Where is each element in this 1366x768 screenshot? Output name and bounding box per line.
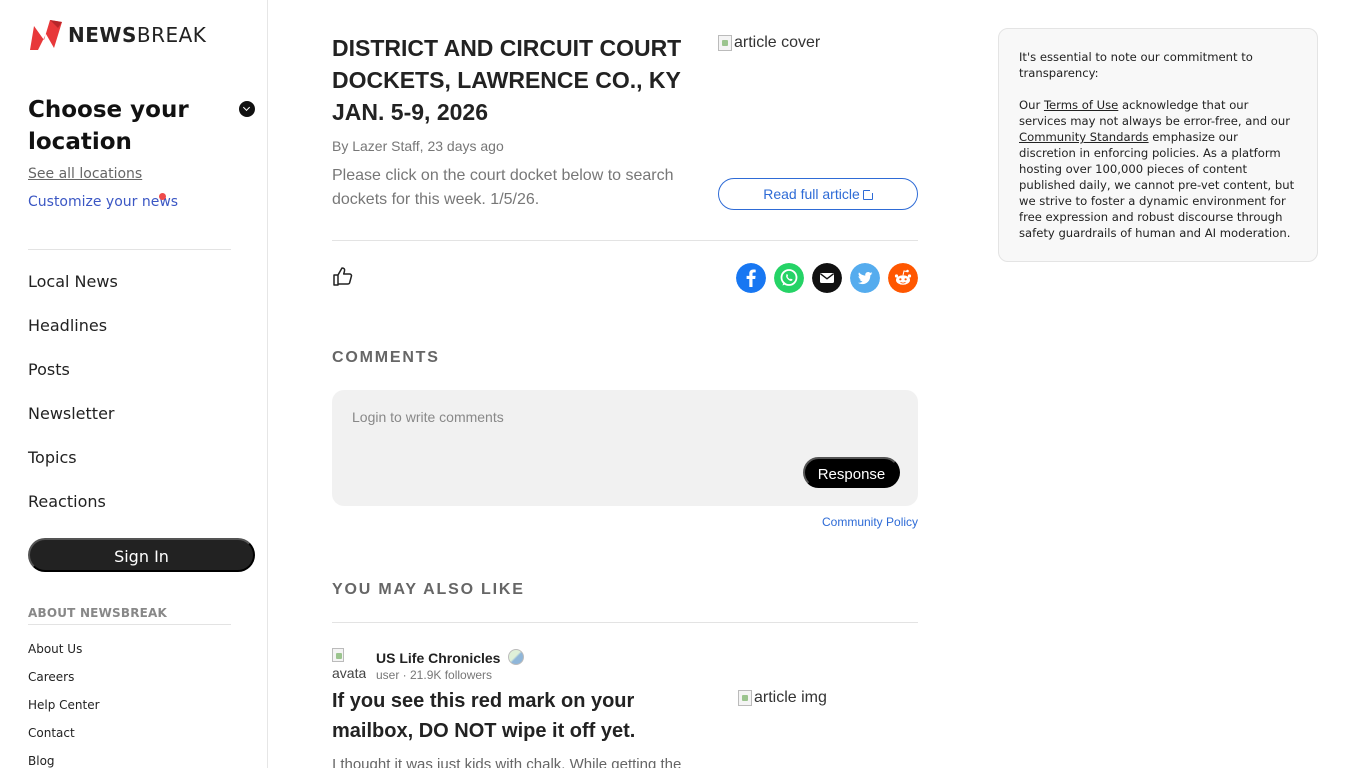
nav-newsletter[interactable]: Newsletter [28, 404, 115, 423]
rec-image-alt: article img [754, 689, 827, 706]
notification-dot [159, 193, 166, 200]
nav-topics[interactable]: Topics [28, 448, 77, 467]
article-cover-image: article cover [718, 34, 820, 52]
about-heading: ABOUT NEWSBREAK [28, 606, 168, 620]
comment-placeholder: Login to write comments [352, 409, 504, 425]
article-cover-alt: article cover [734, 34, 821, 51]
notice-body: Our Terms of Use acknowledge that our se… [1019, 98, 1295, 240]
newsbreak-logo-icon [30, 20, 62, 50]
email-icon[interactable] [812, 263, 842, 293]
divider [28, 624, 231, 625]
avatar-alt: avatar [332, 665, 366, 681]
rec-article-title[interactable]: If you see this red mark on your mailbox… [332, 686, 712, 746]
community-standards-link[interactable]: Community Standards [1019, 130, 1149, 144]
broken-image-icon [738, 690, 752, 706]
footer-careers-link[interactable]: Careers [28, 670, 74, 684]
reddit-icon[interactable] [888, 263, 918, 293]
whatsapp-icon[interactable] [774, 263, 804, 293]
response-button[interactable]: Response [803, 457, 900, 488]
article-byline: By Lazer Staff, 23 days ago [332, 138, 504, 154]
verified-badge-icon [508, 649, 524, 665]
comments-heading: COMMENTS [332, 349, 440, 366]
see-all-locations-link[interactable]: See all locations [28, 166, 142, 182]
also-like-heading: YOU MAY ALSO LIKE [332, 581, 525, 598]
footer-blog-link[interactable]: Blog [28, 754, 55, 768]
footer-contact-link[interactable]: Contact [28, 726, 75, 740]
terms-of-use-link[interactable]: Terms of Use [1044, 98, 1118, 112]
read-full-article-button[interactable]: Read full article [718, 178, 918, 210]
avatar[interactable]: avatar [332, 648, 366, 682]
article-excerpt: Please click on the court docket below t… [332, 167, 674, 208]
rec-article-image[interactable]: article img [738, 689, 827, 707]
article-title: DISTRICT AND CIRCUIT COURT DOCKETS, LAWR… [332, 35, 682, 125]
nav-posts[interactable]: Posts [28, 360, 70, 379]
footer-about-us-link[interactable]: About Us [28, 642, 82, 656]
newsbreak-logo[interactable]: NEWSBREAK [28, 18, 206, 52]
rec-source-name[interactable]: US Life Chronicles [376, 650, 500, 666]
external-link-icon [862, 188, 875, 200]
footer-help-center-link[interactable]: Help Center [28, 698, 100, 712]
chevron-down-icon[interactable] [239, 101, 255, 117]
nav-reactions[interactable]: Reactions [28, 492, 106, 511]
rec-article-snippet: I thought it was just kids with chalk. W… [332, 756, 682, 768]
logo-wordmark: NEWSBREAK [68, 23, 207, 47]
sign-in-button[interactable]: Sign In [28, 538, 255, 572]
divider [332, 240, 918, 241]
nav-local-news[interactable]: Local News [28, 272, 118, 291]
read-full-article-label: Read full article [763, 186, 860, 202]
rec-source-meta: user · 21.9K followers [376, 668, 493, 682]
customize-news-link[interactable]: Customize your news [28, 194, 178, 210]
divider [28, 249, 231, 250]
notice-intro: It's essential to note our commitment to… [1019, 50, 1253, 80]
twitter-icon[interactable] [850, 263, 880, 293]
divider [332, 622, 918, 623]
thumbs-up-icon[interactable] [332, 266, 354, 286]
broken-image-icon [332, 648, 344, 662]
comment-input-box[interactable]: Login to write comments Response [332, 390, 918, 506]
community-policy-link[interactable]: Community Policy [822, 515, 918, 529]
nav-headlines[interactable]: Headlines [28, 316, 107, 335]
facebook-icon[interactable] [736, 263, 766, 293]
transparency-notice: It's essential to note our commitment to… [998, 28, 1318, 262]
broken-image-icon [718, 35, 732, 51]
sidebar: NEWSBREAK Choose your location See all l… [0, 0, 268, 768]
location-title: Choose your location [28, 97, 189, 155]
